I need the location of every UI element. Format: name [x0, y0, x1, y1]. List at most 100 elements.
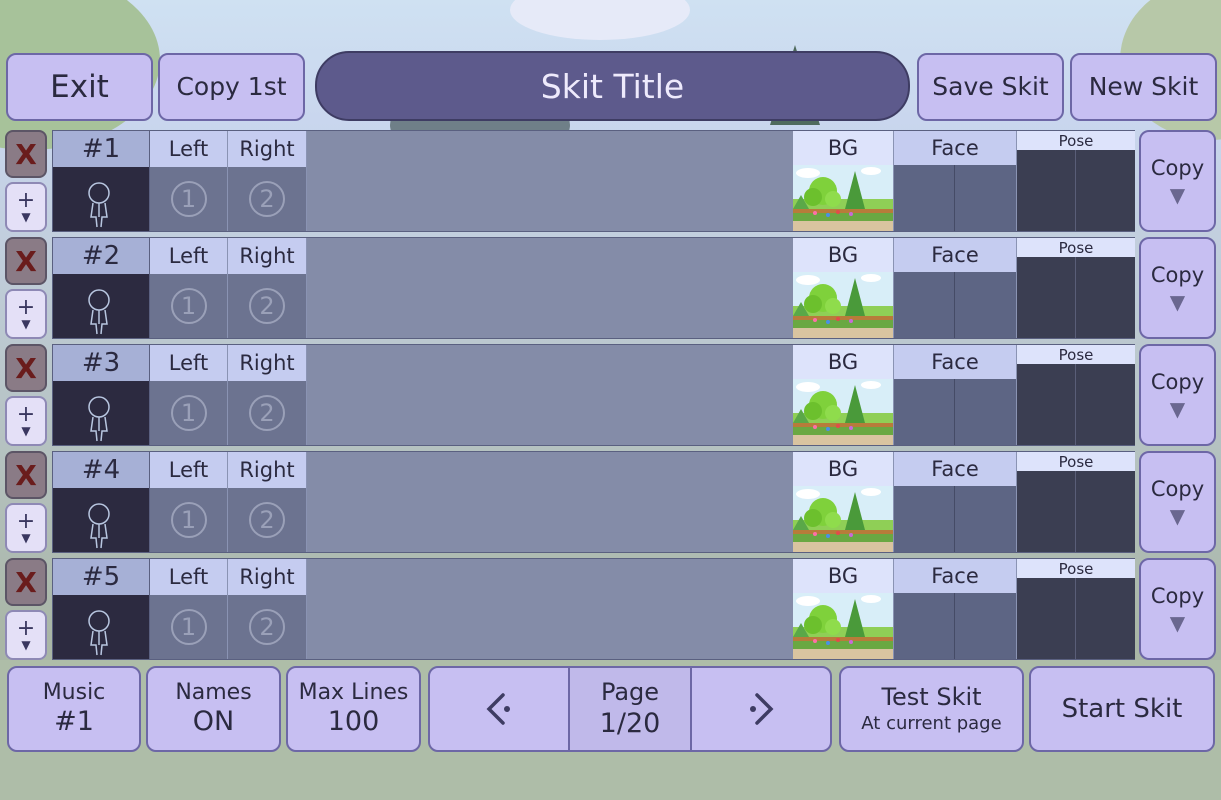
- arrow-down-icon: ▼: [21, 210, 31, 224]
- insert-row-button[interactable]: + ▼: [5, 396, 47, 446]
- divider: [1075, 150, 1076, 231]
- copy-label: Copy: [1150, 584, 1205, 608]
- triangle-down-icon: ▼: [1169, 183, 1186, 207]
- speaker-portrait[interactable]: [53, 488, 150, 552]
- copy-row-button[interactable]: Copy ▼: [1139, 130, 1216, 232]
- copy-label: Copy: [1150, 263, 1205, 287]
- slot-one-icon: 1: [170, 502, 207, 538]
- pose-slots[interactable]: [1017, 150, 1135, 231]
- page-navigator: Page 1/20: [428, 666, 832, 752]
- insert-row-button[interactable]: + ▼: [5, 610, 47, 660]
- left-header: Left: [150, 238, 227, 274]
- music-button[interactable]: Music #1: [7, 666, 141, 752]
- speaker-portrait[interactable]: [53, 381, 150, 445]
- face-header: Face: [894, 238, 1016, 272]
- right-character-slot[interactable]: 2: [228, 595, 306, 659]
- skit-title-field[interactable]: Skit Title: [315, 51, 910, 121]
- right-header: Right: [228, 452, 306, 488]
- copy-row-button[interactable]: Copy ▼: [1139, 451, 1216, 553]
- background-thumbnail[interactable]: [793, 593, 893, 659]
- slot-one-icon: 1: [170, 288, 207, 324]
- speaker-portrait[interactable]: [53, 595, 150, 659]
- insert-row-button[interactable]: + ▼: [5, 182, 47, 232]
- plus-icon: +: [16, 509, 36, 534]
- right-character-slot[interactable]: 2: [228, 274, 306, 338]
- new-skit-button[interactable]: New Skit: [1070, 53, 1217, 121]
- left-character-slot[interactable]: 1: [150, 381, 227, 445]
- background-thumbnail[interactable]: [793, 486, 893, 552]
- start-skit-button[interactable]: Start Skit: [1029, 666, 1215, 752]
- left-character-slot[interactable]: 1: [150, 488, 227, 552]
- copy-row-button[interactable]: Copy ▼: [1139, 237, 1216, 339]
- right-character-slot[interactable]: 2: [228, 381, 306, 445]
- pose-header: Pose: [1017, 345, 1135, 364]
- skit-row: X + ▼ #5 Left Right 1 2 BG Face Pose Cop…: [0, 558, 1221, 662]
- names-toggle[interactable]: Names ON: [146, 666, 281, 752]
- skit-row: X + ▼ #1 Left Right 1 2 BG Face Pose Cop…: [0, 130, 1221, 234]
- delete-row-button[interactable]: X: [5, 558, 47, 606]
- insert-row-button[interactable]: + ▼: [5, 289, 47, 339]
- chevron-right-icon: [750, 693, 774, 725]
- dialogue-text-field[interactable]: [307, 452, 793, 552]
- right-character-slot[interactable]: 2: [228, 488, 306, 552]
- face-slots[interactable]: [894, 379, 1016, 445]
- skit-row: X + ▼ #3 Left Right 1 2 BG Face Pose Cop…: [0, 344, 1221, 448]
- max-lines-value: 100: [327, 706, 380, 737]
- dialogue-text-field[interactable]: [307, 238, 793, 338]
- save-skit-button[interactable]: Save Skit: [917, 53, 1064, 121]
- slot-one-icon: 1: [170, 181, 207, 217]
- skit-title: Skit Title: [540, 66, 685, 106]
- row-panel: #2 Left Right 1 2 BG Face Pose: [52, 237, 1135, 339]
- previous-page-button[interactable]: [430, 668, 568, 750]
- face-slots[interactable]: [894, 165, 1016, 231]
- chevron-left-icon: [486, 693, 510, 725]
- copy-row-button[interactable]: Copy ▼: [1139, 558, 1216, 660]
- start-skit-label: Start Skit: [1061, 694, 1183, 724]
- insert-row-button[interactable]: + ▼: [5, 503, 47, 553]
- delete-row-button[interactable]: X: [5, 344, 47, 392]
- left-character-slot[interactable]: 1: [150, 167, 227, 231]
- copy-label: Copy: [1150, 156, 1205, 180]
- background-thumbnail[interactable]: [793, 379, 893, 445]
- left-header: Left: [150, 559, 227, 595]
- right-character-slot[interactable]: 2: [228, 167, 306, 231]
- exit-button[interactable]: Exit: [6, 53, 153, 121]
- max-lines-button[interactable]: Max Lines 100: [286, 666, 421, 752]
- pose-header: Pose: [1017, 559, 1135, 578]
- copy-first-button[interactable]: Copy 1st: [158, 53, 305, 121]
- delete-row-button[interactable]: X: [5, 451, 47, 499]
- background-thumbnail[interactable]: [793, 165, 893, 231]
- delete-row-button[interactable]: X: [5, 130, 47, 178]
- left-character-slot[interactable]: 1: [150, 274, 227, 338]
- divider: [1075, 578, 1076, 659]
- plus-icon: +: [16, 616, 36, 641]
- page-label: Page: [600, 678, 660, 706]
- speaker-portrait[interactable]: [53, 274, 150, 338]
- divider: [1075, 471, 1076, 552]
- copy-row-button[interactable]: Copy ▼: [1139, 344, 1216, 446]
- dialogue-text-field[interactable]: [307, 559, 793, 659]
- pose-slots[interactable]: [1017, 257, 1135, 338]
- names-value: ON: [192, 706, 235, 737]
- names-label: Names: [175, 680, 252, 705]
- background-thumbnail[interactable]: [793, 272, 893, 338]
- bg-header: BG: [793, 345, 893, 379]
- divider: [954, 165, 955, 231]
- face-slots[interactable]: [894, 272, 1016, 338]
- pose-slots[interactable]: [1017, 471, 1135, 552]
- dialogue-text-field[interactable]: [307, 131, 793, 231]
- pose-slots[interactable]: [1017, 364, 1135, 445]
- plus-icon: +: [16, 295, 36, 320]
- face-slots[interactable]: [894, 593, 1016, 659]
- dialogue-text-field[interactable]: [307, 345, 793, 445]
- left-character-slot[interactable]: 1: [150, 595, 227, 659]
- triangle-down-icon: ▼: [1169, 290, 1186, 314]
- pose-slots[interactable]: [1017, 578, 1135, 659]
- test-skit-button[interactable]: Test Skit At current page: [839, 666, 1024, 752]
- bg-header: BG: [793, 131, 893, 165]
- pose-header: Pose: [1017, 452, 1135, 471]
- face-slots[interactable]: [894, 486, 1016, 552]
- next-page-button[interactable]: [692, 668, 830, 750]
- speaker-portrait[interactable]: [53, 167, 150, 231]
- delete-row-button[interactable]: X: [5, 237, 47, 285]
